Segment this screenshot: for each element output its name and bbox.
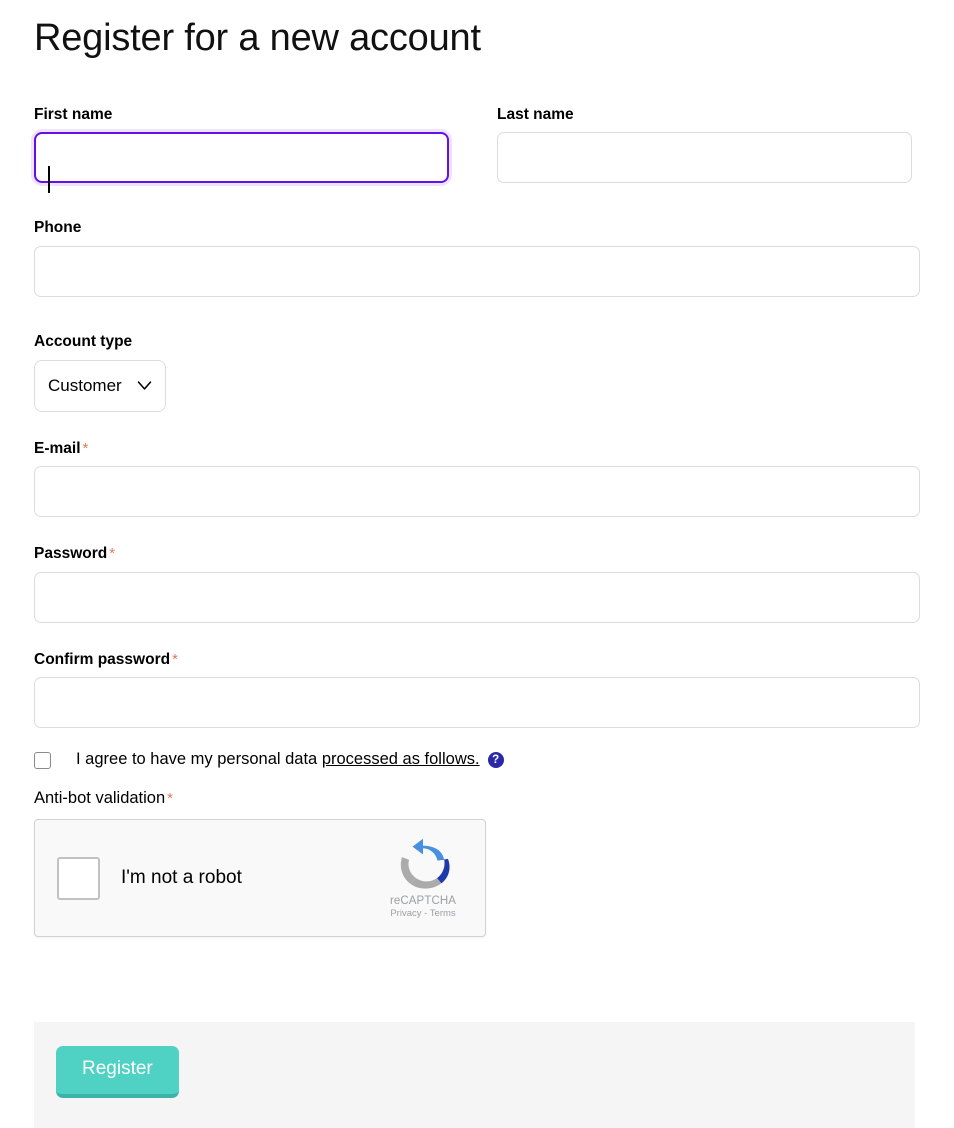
email-required-asterisk: * bbox=[82, 439, 89, 457]
text-cursor bbox=[48, 166, 50, 193]
antibot-label-text: Anti-bot validation bbox=[34, 789, 166, 808]
name-row: First name Last name bbox=[34, 106, 920, 184]
chevron-down-icon bbox=[136, 377, 153, 394]
confirm-password-required-asterisk: * bbox=[172, 650, 178, 668]
recaptcha-checkbox[interactable] bbox=[57, 856, 100, 900]
account-type-select[interactable]: Customer bbox=[34, 359, 166, 412]
recaptcha-branding: reCAPTCHA Privacy - Terms bbox=[375, 837, 471, 919]
password-required-asterisk: * bbox=[109, 545, 116, 563]
account-type-label: Account type bbox=[34, 332, 133, 350]
email-input[interactable] bbox=[34, 466, 920, 518]
account-type-selected-value: Customer bbox=[48, 375, 122, 395]
consent-policy-link[interactable]: processed as follows. bbox=[322, 750, 480, 768]
last-name-input[interactable] bbox=[497, 132, 912, 184]
register-button[interactable]: Register bbox=[56, 1046, 179, 1098]
phone-field-group: Phone bbox=[34, 219, 920, 297]
antibot-label: Anti-bot validation * bbox=[34, 789, 920, 808]
recaptcha-legal-links: Privacy - Terms bbox=[375, 908, 471, 919]
registration-page: Register for a new account First name La… bbox=[0, 0, 954, 1128]
form-footer: Register bbox=[34, 1022, 915, 1128]
confirm-password-label-text: Confirm password bbox=[34, 650, 171, 668]
confirm-password-label: Confirm password * bbox=[34, 651, 920, 670]
recaptcha-label: I'm not a robot bbox=[121, 867, 242, 889]
first-name-input[interactable] bbox=[34, 132, 449, 184]
phone-label: Phone bbox=[34, 219, 82, 237]
recaptcha-brand-name: reCAPTCHA bbox=[389, 895, 457, 908]
phone-input[interactable] bbox=[34, 245, 920, 297]
consent-row: I agree to have my personal data process… bbox=[34, 750, 920, 770]
consent-text-before: I agree to have my personal data bbox=[76, 750, 318, 769]
recaptcha-terms-link[interactable]: Terms bbox=[430, 908, 456, 919]
password-label-text: Password bbox=[34, 545, 108, 563]
consent-checkbox[interactable] bbox=[34, 751, 51, 769]
account-type-field-group: Account type Customer bbox=[34, 333, 920, 412]
page-title: Register for a new account bbox=[34, 17, 481, 59]
recaptcha-logo-icon bbox=[400, 838, 450, 889]
confirm-password-input[interactable] bbox=[34, 677, 920, 729]
last-name-label: Last name bbox=[497, 105, 574, 123]
confirm-password-field-group: Confirm password * bbox=[34, 651, 920, 729]
last-name-field-group: Last name bbox=[497, 106, 912, 184]
email-label: E-mail * bbox=[34, 440, 920, 459]
help-circle-icon[interactable]: ? bbox=[487, 752, 504, 769]
recaptcha-privacy-link[interactable]: Privacy bbox=[390, 908, 421, 919]
recaptcha-widget[interactable]: I'm not a robot reCAPTCHA Privacy - Term… bbox=[34, 819, 486, 938]
recaptcha-legal-separator: - bbox=[424, 908, 428, 920]
password-label: Password * bbox=[34, 545, 920, 564]
antibot-required-asterisk: * bbox=[167, 790, 174, 808]
registration-form: First name Last name Phone Account type … bbox=[0, 106, 954, 938]
first-name-field-group: First name bbox=[34, 106, 449, 184]
first-name-label: First name bbox=[34, 105, 113, 123]
first-name-input-wrap bbox=[34, 132, 449, 184]
email-label-text: E-mail bbox=[34, 439, 81, 457]
password-input[interactable] bbox=[34, 571, 920, 623]
password-field-group: Password * bbox=[34, 545, 920, 623]
consent-text: I agree to have my personal data process… bbox=[76, 750, 504, 770]
email-field-group: E-mail * bbox=[34, 440, 920, 518]
